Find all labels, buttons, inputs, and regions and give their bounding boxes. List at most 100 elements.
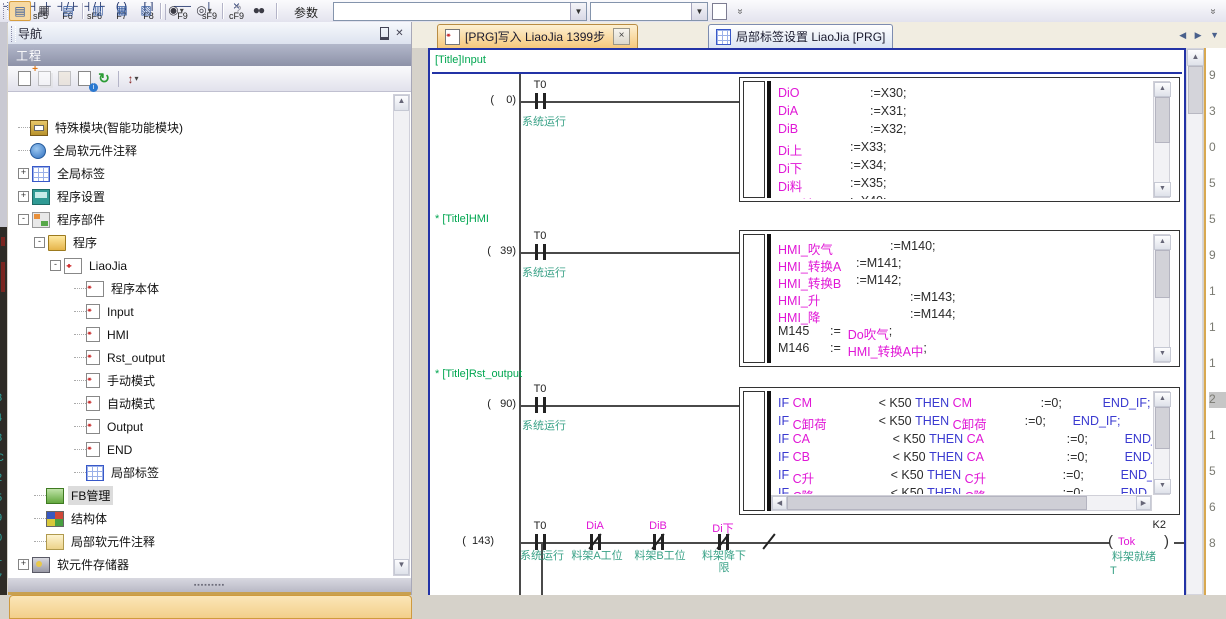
close-icon[interactable]: ✕ — [392, 26, 407, 40]
scrollbar-thumb[interactable] — [1188, 66, 1203, 114]
st-inline-block[interactable]: HMI_吹气:=M140;HMI_转换A:=M141;HMI_转换B:=M142… — [739, 230, 1180, 367]
collapse-icon[interactable]: - — [34, 237, 45, 248]
scroll-up-icon[interactable]: ▲ — [1154, 235, 1171, 250]
tree-item-局部标签[interactable]: 局部标签 — [74, 461, 162, 484]
section-title-rst-output[interactable]: * [Title]Rst_output — [435, 368, 522, 380]
st-vertical-scrollbar[interactable]: ▲ ▼ — [1153, 81, 1170, 198]
tree-item-局部软元件注释[interactable]: 局部软元件注释 — [34, 530, 158, 553]
expand-icon[interactable]: + — [18, 168, 29, 179]
scroll-up-icon[interactable]: ▲ — [1187, 49, 1204, 66]
tree-item-程序本体[interactable]: 程序本体 — [74, 277, 162, 300]
tree-item-特殊模块(智能功能模块)[interactable]: 特殊模块(智能功能模块) — [18, 116, 186, 139]
document-view-button[interactable]: ▤ — [58, 0, 78, 20]
scroll-down-icon[interactable]: ▼ — [1154, 347, 1171, 362]
tree-item-FB管理[interactable]: FB管理 — [34, 484, 113, 507]
st-code-area[interactable]: HMI_吹气:=M140;HMI_转换A:=M141;HMI_转换B:=M142… — [775, 233, 1152, 364]
scrollbar-thumb[interactable] — [1155, 250, 1170, 298]
page-icon[interactable] — [712, 3, 727, 20]
module-config-button[interactable]: ▦ — [34, 0, 54, 20]
st-code-area[interactable]: DiO:=X30;DiA:=X31;DiB:=X32;Di上:=X33;Di下:… — [775, 80, 1152, 199]
watch-icon[interactable]: ◉▾ — [166, 0, 186, 20]
contact-device-label[interactable]: T0 — [523, 230, 557, 242]
contact-device-label[interactable]: DiB — [641, 520, 675, 532]
background-window-right-edge[interactable]: 93055911121568 — [1204, 48, 1226, 595]
sort-button[interactable]: ↕▾ — [123, 69, 143, 89]
scroll-down-icon[interactable]: ▼ — [394, 559, 409, 575]
scroll-left-icon[interactable]: ◀ — [772, 496, 787, 510]
new-item-button[interactable]: + — [14, 69, 34, 89]
tree-item-程序部件[interactable]: -程序部件 — [18, 208, 108, 231]
close-icon[interactable]: × — [613, 28, 630, 45]
binoculars-icon[interactable]: ●● — [248, 0, 268, 20]
editor-scrollbar[interactable]: ▲ — [1186, 48, 1203, 595]
st-inline-block[interactable]: DiO:=X30;DiA:=X31;DiB:=X32;Di上:=X33;Di下:… — [739, 77, 1180, 202]
collapse-icon[interactable]: - — [50, 260, 61, 271]
contact-device-label[interactable]: Di下 — [704, 520, 742, 536]
scrollbar-thumb[interactable] — [787, 496, 1087, 510]
toolbar-overflow-icon[interactable]: » — [733, 2, 746, 20]
tree-item-程序设置[interactable]: +程序设置 — [18, 185, 108, 208]
combobox-dropdown-icon[interactable]: ▼ — [691, 3, 707, 20]
tree-item-手动模式[interactable]: 手动模式 — [74, 369, 158, 392]
copy-button[interactable] — [34, 69, 54, 89]
device-batch-monitor-button[interactable]: ▦ — [112, 0, 132, 20]
contact-device-label[interactable]: T0 — [523, 520, 557, 532]
tree-item-HMI[interactable]: HMI — [74, 323, 132, 346]
project-tree-toggle-button[interactable]: ▤ — [9, 1, 31, 21]
paste-button[interactable] — [54, 69, 74, 89]
tree-item-Output[interactable]: Output — [74, 415, 146, 438]
target-combobox[interactable]: ▼ — [333, 2, 587, 21]
help-icon[interactable]: ? — [228, 0, 248, 20]
toolbar-grip[interactable] — [3, 3, 8, 19]
st-inline-block[interactable]: IF CM< K50 THEN CM:=0;END_IF;IF C卸荷< K50… — [739, 387, 1180, 515]
st-vertical-scrollbar[interactable]: ▲ ▼ — [1153, 391, 1170, 495]
tab-local-labels[interactable]: 局部标签设置 LiaoJia [PRG] — [708, 24, 893, 48]
st-horizontal-scrollbar[interactable]: ◀ ▶ — [771, 495, 1152, 511]
st-code-area[interactable]: IF CM< K50 THEN CM:=0;END_IF;IF C卸荷< K50… — [775, 390, 1152, 494]
collapse-icon[interactable]: - — [18, 214, 29, 225]
combobox-dropdown-icon[interactable]: ▼ — [570, 3, 586, 20]
scroll-up-icon[interactable]: ▲ — [394, 95, 409, 111]
section-title-input[interactable]: [Title]Input — [435, 54, 486, 66]
secondary-combobox[interactable]: ▼ — [590, 2, 708, 21]
coil-device-label[interactable]: Tok — [1118, 536, 1148, 548]
device-test-button[interactable]: ▧ — [136, 0, 156, 20]
toolbar-overflow-icon[interactable]: » — [1206, 2, 1219, 20]
tree-item-自动模式[interactable]: 自动模式 — [74, 392, 158, 415]
device-monitor-button[interactable]: ▥ — [88, 0, 108, 20]
tree-item-全局软元件注释[interactable]: 全局软元件注释 — [18, 139, 140, 162]
tree-item-结构体[interactable]: 结构体 — [34, 507, 110, 530]
scroll-up-icon[interactable]: ▲ — [1154, 392, 1171, 407]
tab-ladder-program[interactable]: [PRG]写入 LiaoJia 1399步 × — [437, 24, 638, 48]
scrollbar-thumb[interactable] — [1155, 407, 1170, 449]
panel-splitter[interactable]: ▪▪▪▪▪▪▪▪▪ — [8, 578, 411, 592]
tree-item-LiaoJia[interactable]: -LiaoJia — [50, 254, 130, 277]
tree-item-Rst_output[interactable]: Rst_output — [74, 346, 168, 369]
scroll-down-icon[interactable]: ▼ — [1154, 479, 1171, 494]
contact-device-label[interactable]: DiA — [578, 520, 612, 532]
pin-icon[interactable] — [377, 26, 392, 40]
section-title-hmi[interactable]: * [Title]HMI — [435, 213, 489, 225]
expand-icon[interactable]: + — [18, 191, 29, 202]
property-button[interactable]: i — [74, 69, 94, 89]
panel-grip[interactable] — [11, 26, 16, 42]
ladder-editor[interactable]: [Title]Input ( 0) T0 系统运行 DiO:=X30;DiA:=… — [428, 48, 1186, 595]
tree-item-程序[interactable]: -程序 — [34, 231, 100, 254]
tree-item-全局标签[interactable]: +全局标签 — [18, 162, 108, 185]
tree-item-软元件存储器[interactable]: +软元件存储器 — [18, 553, 132, 576]
scroll-right-icon[interactable]: ▶ — [1136, 496, 1151, 510]
contact-device-label[interactable]: T0 — [523, 79, 557, 91]
docked-window-top[interactable] — [9, 595, 412, 619]
tab-navigation[interactable]: ◀ ▶ ▼ — [1179, 30, 1222, 41]
tree-scrollbar[interactable]: ▲ ▼ — [393, 94, 410, 576]
find-icon[interactable]: ◎▾ — [194, 0, 214, 20]
expand-icon[interactable]: + — [18, 559, 29, 570]
st-vertical-scrollbar[interactable]: ▲ ▼ — [1153, 234, 1170, 363]
scroll-up-icon[interactable]: ▲ — [1154, 82, 1171, 97]
scrollbar-thumb[interactable] — [1155, 97, 1170, 143]
refresh-button[interactable]: ↻ — [94, 69, 114, 89]
scroll-down-icon[interactable]: ▼ — [1154, 182, 1171, 197]
contact-device-label[interactable]: T0 — [523, 383, 557, 395]
tree-item-END[interactable]: END — [74, 438, 135, 461]
tree-item-Input[interactable]: Input — [74, 300, 137, 323]
